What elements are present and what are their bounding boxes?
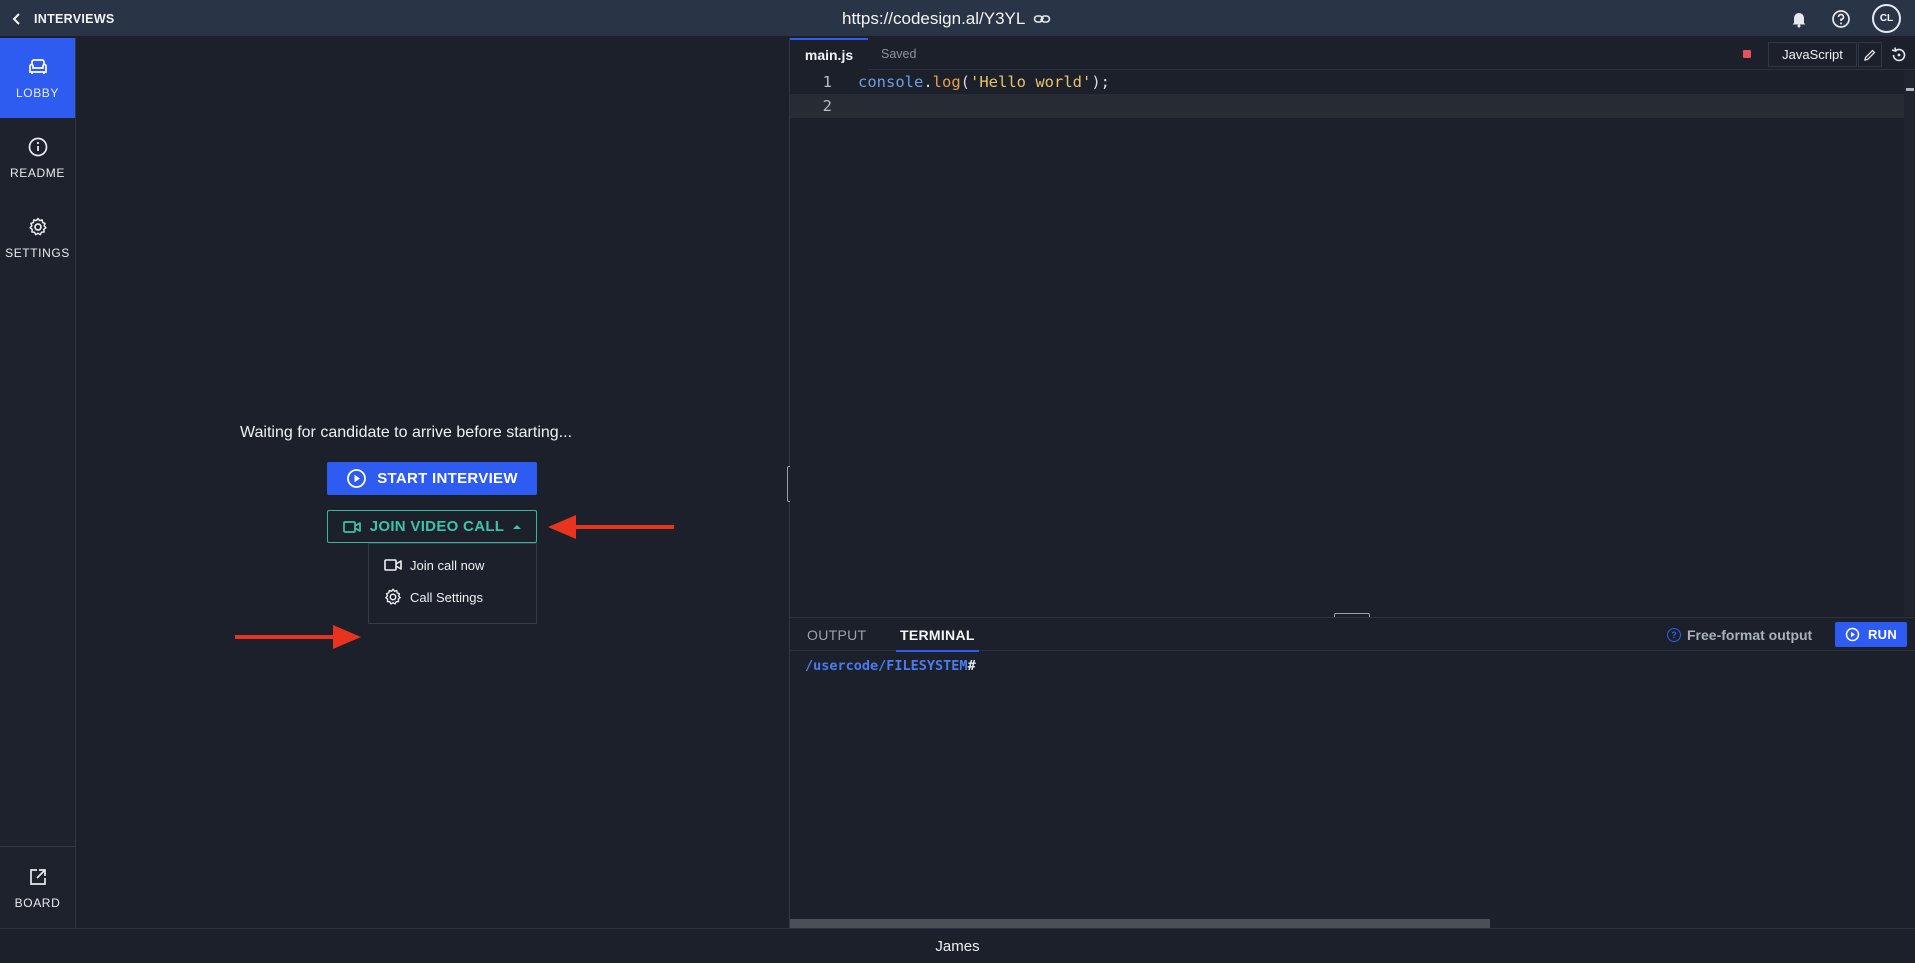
video-camera-icon [384,559,402,571]
save-status: Saved [881,47,917,61]
editor-vertical-scrollbar[interactable] [1904,70,1914,616]
terminal-prompt-symbol: # [967,658,976,674]
code-token: ( [960,73,971,91]
join-call-now-label: Join call now [410,557,485,573]
session-url-text: https://codesign.al/Y3YL [842,8,1026,28]
code-token: 'Hello world' [970,73,1092,91]
link-icon[interactable] [1033,10,1051,28]
tab-terminal[interactable]: TERMINAL [896,618,979,652]
info-icon [28,137,47,157]
terminal-horizontal-scrollbar[interactable] [790,919,1490,928]
top-bar: INTERVIEWS https://codesign.al/Y3YL CL [0,0,1915,37]
sidebar-divider [0,846,75,847]
lobby-pane: Waiting for candidate to arrive before s… [76,38,789,928]
gear-icon [385,588,401,605]
help-icon: ? [1667,627,1681,642]
sidebar-item-label: README [10,166,65,180]
join-video-call-label: JOIN VIDEO CALL [369,518,505,535]
participant-name: James [935,937,980,955]
line-number: 2 [822,97,832,115]
bell-icon[interactable] [1788,8,1810,30]
output-panel: OUTPUT TERMINAL ? Free-format output RUN… [790,617,1915,928]
sidebar-item-board[interactable]: BOARD [0,848,75,928]
line-content: console.log('Hello world'); [858,73,1110,91]
play-circle-icon [1845,627,1860,642]
run-label: RUN [1867,627,1898,642]
code-editor: main.js Saved JavaScript 1 console.log('… [790,38,1915,619]
tab-output[interactable]: OUTPUT [807,618,866,651]
help-icon[interactable] [1830,8,1852,30]
line-number: 1 [822,73,832,91]
annotation-arrow-left-icon [548,515,674,539]
call-settings-item[interactable]: Call Settings [383,586,483,608]
terminal-prompt[interactable]: /usercode/FILESYSTEM# [805,658,976,674]
code-token: log [932,73,961,91]
code-token: . [923,73,933,91]
free-format-output-toggle[interactable]: ? Free-format output [1667,618,1812,651]
annotation-arrow-right-icon [235,625,361,649]
play-circle-icon [347,469,367,488]
call-settings-label: Call Settings [410,589,483,605]
back-label: INTERVIEWS [34,11,115,26]
output-tab-bar: OUTPUT TERMINAL ? Free-format output RUN [790,618,1915,652]
sidebar-item-settings[interactable]: SETTINGS [0,198,75,278]
participant-bar: James [0,928,1915,963]
join-call-now-item[interactable]: Join call now [383,554,484,576]
user-avatar[interactable]: CL [1872,4,1901,33]
sidebar: LOBBY README SETTINGS BOARD [0,38,76,928]
start-interview-label: START INTERVIEW [377,470,518,487]
run-button[interactable]: RUN [1835,622,1907,647]
code-token: console [858,73,924,91]
back-to-interviews-link[interactable]: INTERVIEWS [10,0,115,37]
sidebar-item-label: BOARD [14,896,61,910]
sidebar-item-readme[interactable]: README [0,118,75,198]
tab-main-js[interactable]: main.js [790,38,868,70]
code-line: 1 console.log('Hello world'); [790,70,1906,94]
editor-tab-bar: main.js Saved JavaScript [790,38,1915,70]
sofa-icon [28,59,47,74]
join-video-call-button[interactable]: JOIN VIDEO CALL [327,510,537,543]
session-url[interactable]: https://codesign.al/Y3YL [842,0,1051,37]
caret-up-icon [513,524,522,529]
gear-icon [28,217,47,236]
video-call-dropdown: Join call now Call Settings [368,543,537,624]
sidebar-item-lobby[interactable]: LOBBY [0,38,75,118]
language-selector[interactable]: JavaScript [1768,42,1857,67]
code-area[interactable]: 1 console.log('Hello world'); 2 [790,70,1915,616]
video-camera-icon [342,520,361,533]
code-line: 2 [790,94,1906,118]
waiting-message: Waiting for candidate to arrive before s… [240,424,573,441]
sidebar-item-label: LOBBY [15,86,60,100]
history-reset-icon[interactable] [1887,42,1911,67]
start-interview-button[interactable]: START INTERVIEW [327,462,537,495]
recording-indicator [1743,50,1751,58]
code-token: ); [1091,73,1111,91]
chevron-left-icon [12,12,20,25]
sidebar-item-label: SETTINGS [5,246,70,260]
terminal-path: /usercode/FILESYSTEM [805,658,968,674]
external-link-icon [29,869,46,885]
scrollbar-thumb[interactable] [1906,88,1914,91]
pencil-icon[interactable] [1858,42,1882,67]
free-format-label: Free-format output [1687,626,1813,643]
